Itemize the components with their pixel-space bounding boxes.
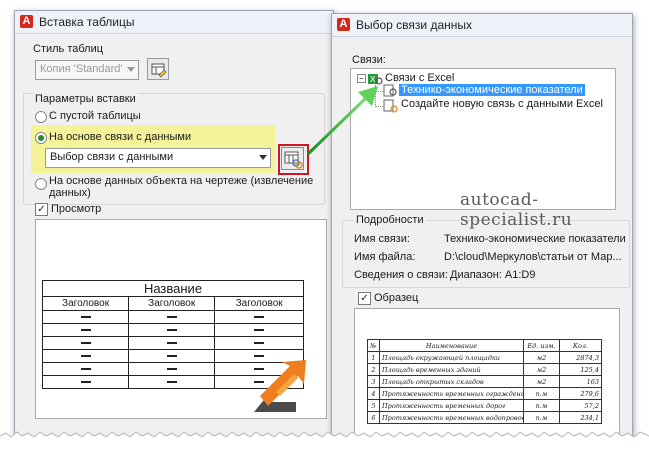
radio-empty-table-label[interactable]: С пустой таблицы	[49, 110, 141, 122]
sample-row: 3 Площадь открытых складов м2 163	[367, 375, 602, 388]
sample-row: 4 Протяженность временных ограждений п.м…	[367, 387, 602, 400]
insert-table-dialog: A Вставка таблицы Стиль таблиц Копия 'St…	[14, 10, 334, 440]
sample-cell: 5	[367, 399, 380, 412]
insert-dialog-titlebar[interactable]: A Вставка таблицы	[15, 11, 333, 34]
autocad-logo-icon: A	[337, 18, 350, 31]
sample-cell: Площадь окружающей площадки	[379, 351, 524, 364]
radio-object-data-label-2: данных)	[49, 187, 91, 199]
preview-header-1: Заголовок	[41, 296, 130, 311]
sample-cell: п.м	[523, 387, 560, 400]
sample-cell: 3	[367, 375, 380, 388]
file-name-value: D:\cloud\Меркулов\статьи от Мар...	[444, 251, 622, 263]
sample-cell: Площадь временных зданий	[379, 363, 524, 376]
radio-data-link[interactable]	[35, 132, 47, 144]
table-style-select[interactable]: Копия 'Standard'	[35, 60, 139, 80]
sample-cell: п.м	[523, 411, 560, 424]
sample-cell: 279,6	[559, 387, 602, 400]
chevron-down-icon	[127, 67, 135, 72]
links-tree: − X Связи с Excel Технико-экономические …	[350, 68, 616, 210]
sample-cell: 57,2	[559, 399, 602, 412]
sample-cell: 6	[367, 411, 380, 424]
sample-cell: 4	[367, 387, 380, 400]
table-style-value: Копия 'Standard'	[40, 63, 123, 75]
tree-root-label[interactable]: Связи с Excel	[385, 72, 454, 84]
sample-cell: 2874,3	[559, 351, 602, 364]
link-dialog-titlebar[interactable]: A Выбор связи данных	[332, 14, 632, 37]
sample-row: 2 Площадь временных зданий м2 125,4	[367, 363, 602, 376]
chevron-down-icon	[259, 155, 267, 160]
radio-object-data-label-1[interactable]: На основе данных объекта на чертеже (изв…	[49, 175, 313, 187]
preview-row	[41, 336, 304, 350]
data-link-select[interactable]: Выбор связи с данными	[45, 148, 271, 168]
sample-cell: Протяженность временных ограждений	[379, 387, 524, 400]
link-name-value: Технико-экономические показатели	[444, 233, 626, 245]
link-info-value: Диапазон: A1:D9	[450, 269, 536, 281]
table-style-label: Стиль таблиц	[33, 43, 104, 55]
sample-cell: м2	[523, 375, 560, 388]
sample-cell: м2	[523, 351, 560, 364]
sample-checkbox[interactable]: ✓	[358, 292, 371, 305]
sample-row: 6 Протяженность временных водопроводных …	[367, 411, 602, 424]
sample-cell: 125,4	[559, 363, 602, 376]
preview-checkbox[interactable]: ✓	[35, 203, 48, 216]
green-arrow-icon	[306, 86, 378, 156]
sample-cell: 1	[367, 351, 380, 364]
sample-cell: 163	[559, 375, 602, 388]
radio-object-data[interactable]	[35, 178, 47, 190]
sample-header-qty: Кол.	[559, 339, 602, 352]
sample-cell: п.м	[523, 399, 560, 412]
tree-item-selected[interactable]: Технико-экономические показатели	[399, 84, 585, 96]
preview-header-2: Заголовок	[128, 296, 216, 311]
preview-row	[41, 323, 304, 337]
link-dialog-title: Выбор связи данных	[356, 18, 473, 32]
sample-cell: Протяженность временных водопроводных се…	[379, 411, 524, 424]
data-link-value: Выбор связи с данными	[50, 151, 174, 163]
sample-row: 1 Площадь окружающей площадки м2 2874,3	[367, 351, 602, 364]
preview-header-3: Заголовок	[214, 296, 304, 311]
radio-data-link-label[interactable]: На основе связи с данными	[49, 131, 191, 143]
sample-header-row: № Наименование Ед. изм. Кол.	[367, 339, 602, 352]
preview-row	[41, 310, 304, 324]
table-style-edit-icon	[151, 63, 167, 78]
radio-empty-table[interactable]	[35, 111, 47, 123]
details-label: Подробности	[354, 214, 426, 226]
insert-options-label: Параметры вставки	[33, 93, 138, 105]
sample-table: № Наименование Ед. изм. Кол. 1 Площадь о…	[367, 339, 602, 424]
sample-header-name: Наименование	[379, 339, 524, 352]
preview-table-title: Название	[42, 280, 304, 297]
sample-cell: 234,1	[559, 411, 602, 424]
file-name-key: Имя файла:	[354, 251, 416, 263]
sample-header-unit: Ед. изм.	[523, 339, 560, 352]
watermark-text: autocad-specialist.ru	[460, 190, 573, 230]
tree-item-new-link[interactable]: Создайте новую связь с данными Excel	[401, 98, 603, 110]
sample-label: Образец	[374, 292, 419, 304]
site-logo-icon	[254, 360, 306, 412]
sample-cell: 2	[367, 363, 380, 376]
sample-cell: Протяженность временных дорог	[379, 399, 524, 412]
sample-row: 5 Протяженность временных дорог п.м 57,2	[367, 399, 602, 412]
sample-cell: м2	[523, 363, 560, 376]
sample-cell: Площадь открытых складов	[379, 375, 524, 388]
table-style-button[interactable]	[147, 58, 169, 80]
preview-area: Название Заголовок Заголовок Заголовок	[35, 219, 327, 419]
sample-area: № Наименование Ед. изм. Кол. 1 Площадь о…	[354, 308, 620, 438]
torn-edge-decoration	[0, 431, 649, 450]
link-info-key: Сведения о связи:	[354, 269, 448, 281]
insert-dialog-title: Вставка таблицы	[39, 15, 135, 29]
sample-header-num: №	[367, 339, 380, 352]
autocad-logo-icon: A	[20, 15, 33, 28]
preview-label: Просмотр	[51, 203, 102, 215]
links-label: Связи:	[352, 54, 386, 66]
link-name-key: Имя связи:	[354, 233, 410, 245]
